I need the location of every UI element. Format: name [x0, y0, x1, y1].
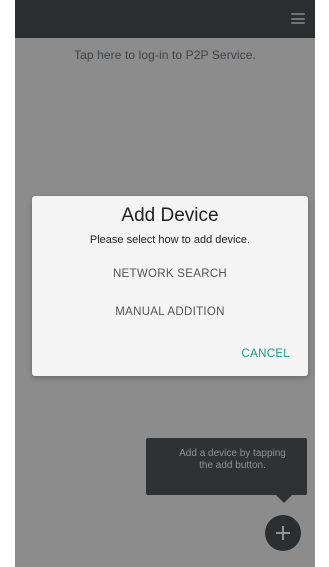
- plus-icon: [275, 525, 291, 541]
- dialog-subtitle: Please select how to add device.: [89, 234, 251, 246]
- tooltip-arrow: [276, 495, 292, 503]
- manual-addition-button[interactable]: MANUAL ADDITION: [32, 306, 308, 318]
- cancel-button[interactable]: CANCEL: [242, 348, 290, 360]
- add-device-dialog: Add Device Please select how to add devi…: [32, 196, 308, 376]
- tooltip-text: Add a device by tapping the add button.: [179, 448, 286, 471]
- dialog-title: Add Device: [121, 205, 219, 226]
- hamburger-menu-icon[interactable]: [291, 13, 305, 24]
- add-device-tooltip: Add a device by tapping the add button.: [146, 438, 307, 495]
- add-device-button[interactable]: [265, 515, 301, 551]
- top-app-bar: [15, 0, 315, 38]
- p2p-login-link[interactable]: Tap here to log-in to P2P Service.: [15, 48, 315, 62]
- phone-screen: Tap here to log-in to P2P Service. Add D…: [15, 0, 315, 567]
- network-search-button[interactable]: NETWORK SEARCH: [32, 268, 308, 280]
